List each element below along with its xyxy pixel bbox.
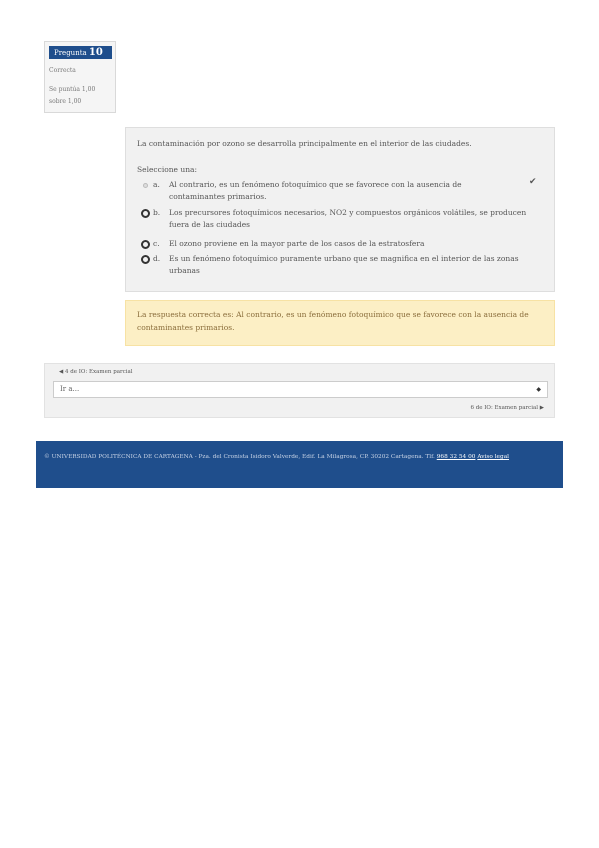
answer-text: El ozono proviene en la mayor parte de l… [169,239,425,248]
check-icon: ✔ [529,177,537,187]
radio-icon[interactable] [141,209,150,218]
answer-letter: a. [153,180,160,189]
radio-icon[interactable] [141,240,150,249]
answer-text: Es un fenómeno fotoquímico puramente urb… [169,254,519,275]
caret-left-icon: ◀ [59,369,64,375]
feedback-text: La respuesta correcta es: Al contrario, … [137,310,529,332]
question-content: La contaminación por ozono se desarrolla… [125,127,555,292]
next-activity-label: 6 de IO: Examen parcial [470,405,539,411]
answer-letter: d. [153,254,161,263]
answer-option-c[interactable]: c. El ozono proviene en la mayor parte d… [137,238,542,250]
question-label: Pregunta [54,49,87,57]
feedback-box: La respuesta correcta es: Al contrario, … [125,300,555,346]
question-header: Pregunta 10 [49,46,112,59]
question-score-line2: sobre 1,00 [49,98,82,105]
prev-activity-label: 4 de IO: Examen parcial [64,369,133,375]
answer-option-a[interactable]: a. Al contrario, es un fenómeno fotoquím… [137,179,542,203]
answer-letter: b. [153,208,161,217]
answer-option-d[interactable]: d. Es un fenómeno fotoquímico puramente … [137,253,542,277]
prev-activity-link[interactable]: ◀ 4 de IO: Examen parcial [59,369,133,375]
answer-letter: c. [153,239,160,248]
question-info-box: Pregunta 10 Correcta Se puntúa 1,00 sobr… [44,41,116,113]
answer-option-b[interactable]: b. Los precursores fotoquímicos necesari… [137,207,542,231]
question-score-line1: Se puntúa 1,00 [49,86,96,93]
jump-to-select[interactable]: Ir a... ◆ [53,381,548,398]
question-text: La contaminación por ozono se desarrolla… [137,139,472,148]
question-status: Correcta [49,67,76,74]
question-number: 10 [88,47,103,58]
caret-right-icon: ▶ [539,405,544,411]
next-activity-link[interactable]: 6 de IO: Examen parcial ▶ [470,405,544,411]
jump-to-placeholder: Ir a... [60,385,80,393]
answer-text: Al contrario, es un fenómeno fotoquímico… [169,180,462,201]
select-label: Seleccione una: [137,165,198,174]
quiz-navigation: ◀ 4 de IO: Examen parcial Ir a... ◆ 6 de… [44,363,555,418]
radio-selected-icon[interactable] [143,183,148,188]
site-footer: © UNIVERSIDAD POLITÉCNICA DE CARTAGENA -… [36,441,563,488]
select-arrows-icon: ◆ [536,386,541,393]
footer-text: © UNIVERSIDAD POLITÉCNICA DE CARTAGENA -… [44,454,435,460]
legal-notice-link[interactable]: Aviso legal [477,454,509,460]
answer-text: Los precursores fotoquímicos necesarios,… [169,208,527,229]
radio-icon[interactable] [141,255,150,264]
footer-phone-link[interactable]: 968 32 54 00 [437,454,476,460]
